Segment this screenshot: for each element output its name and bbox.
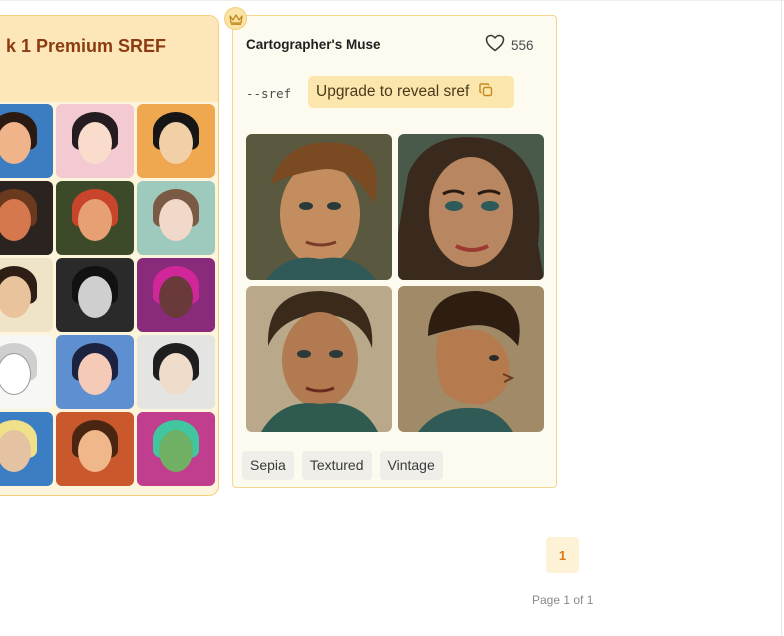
preview-image-grid: [246, 134, 545, 433]
crown-icon: [224, 7, 247, 30]
mosaic-image: [137, 104, 215, 178]
mosaic-image: [137, 258, 215, 332]
like-button[interactable]: 556: [485, 34, 534, 57]
heart-icon[interactable]: [485, 34, 505, 57]
page-info: Page 1 of 1: [532, 593, 594, 607]
copy-icon: [479, 82, 493, 102]
top-border: [0, 0, 784, 1]
mosaic-image: [56, 412, 134, 486]
tag-list: Sepia Textured Vintage: [242, 451, 443, 480]
mosaic-image: [56, 181, 134, 255]
like-count: 556: [511, 38, 534, 53]
mosaic-image: [0, 412, 53, 486]
tag-chip[interactable]: Sepia: [242, 451, 294, 480]
preview-image[interactable]: [398, 286, 544, 432]
tag-chip[interactable]: Textured: [301, 451, 372, 480]
mosaic-image: [137, 412, 215, 486]
preview-image[interactable]: [246, 134, 392, 280]
mosaic-image: [56, 104, 134, 178]
upgrade-to-reveal-button[interactable]: Upgrade to reveal sref: [308, 76, 514, 108]
page-1-button[interactable]: 1: [546, 537, 579, 573]
scrollbar-edge: [781, 0, 782, 636]
mosaic-image: [137, 335, 215, 409]
style-card[interactable]: Cartographer's Muse 556 --sref Upgrade t…: [232, 15, 557, 488]
premium-card-header: k 1 Premium SREF: [0, 16, 218, 102]
mosaic-image: [0, 335, 53, 409]
mosaic-image: [0, 104, 53, 178]
card-title: Cartographer's Muse: [246, 37, 381, 52]
premium-image-mosaic: [0, 104, 215, 491]
mosaic-image: [0, 181, 53, 255]
preview-image[interactable]: [398, 134, 544, 280]
preview-image[interactable]: [246, 286, 392, 432]
premium-card-title: k 1 Premium SREF: [5, 36, 166, 56]
sref-label: --sref: [246, 86, 292, 101]
mosaic-image: [56, 335, 134, 409]
tag-chip[interactable]: Vintage: [379, 451, 443, 480]
mosaic-image: [56, 258, 134, 332]
mosaic-image: [0, 258, 53, 332]
mosaic-image: [137, 181, 215, 255]
premium-sref-card[interactable]: k 1 Premium SREF: [0, 15, 219, 496]
upgrade-label: Upgrade to reveal sref: [316, 83, 470, 100]
